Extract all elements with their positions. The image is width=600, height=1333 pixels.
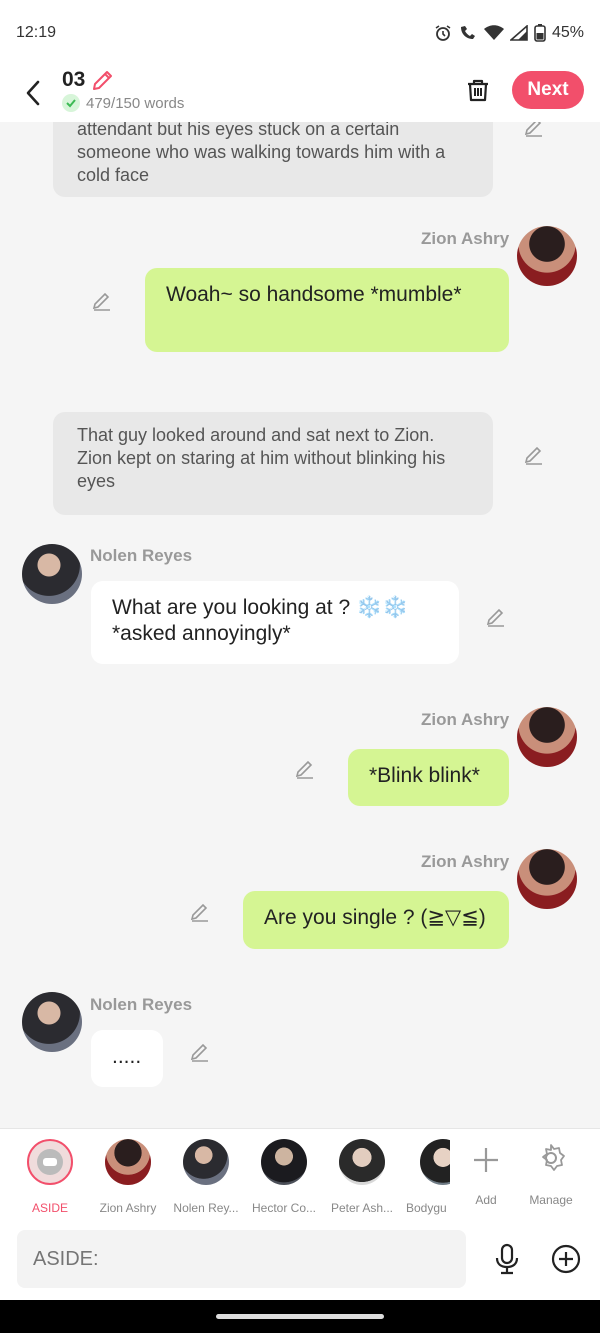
title-block: 03 479/150 words bbox=[62, 68, 184, 112]
next-button[interactable]: Next bbox=[512, 71, 584, 109]
edit-message-button[interactable] bbox=[484, 604, 508, 628]
voice-input-button[interactable] bbox=[492, 1243, 522, 1275]
character-label: ASIDE bbox=[31, 1201, 68, 1215]
character-label: Hector Co... bbox=[251, 1201, 317, 1215]
message-text: *Blink blink* bbox=[369, 764, 480, 787]
input-row bbox=[0, 1220, 600, 1300]
edit-message-button[interactable] bbox=[522, 442, 546, 466]
alarm-icon bbox=[435, 25, 451, 41]
battery-icon bbox=[534, 24, 546, 42]
sender-name: Zion Ashry bbox=[421, 710, 510, 729]
avatar bbox=[105, 1139, 151, 1185]
narration-bubble[interactable]: That guy looked around and sat next to Z… bbox=[53, 412, 493, 515]
avatar bbox=[339, 1139, 385, 1185]
status-bar: 12:19 45% bbox=[0, 0, 600, 66]
pencil-icon bbox=[92, 292, 110, 311]
narration-bubble[interactable]: attendant but his eyes stuck on a certai… bbox=[53, 122, 493, 197]
aside-icon bbox=[27, 1139, 73, 1185]
back-arrow-icon bbox=[26, 80, 40, 106]
manage-characters-button[interactable]: Manage bbox=[515, 1139, 587, 1207]
pencil-icon[interactable] bbox=[91, 68, 115, 92]
message-text: Woah~ so handsome *mumble* bbox=[166, 283, 462, 306]
avatar bbox=[183, 1139, 229, 1185]
back-button[interactable] bbox=[18, 78, 48, 108]
edit-message-button[interactable] bbox=[522, 122, 546, 138]
header: 03 479/150 words Next bbox=[0, 66, 600, 122]
pencil-icon bbox=[295, 760, 313, 779]
narration-text: attendant but his eyes stuck on a certai… bbox=[77, 122, 446, 185]
plus-icon bbox=[474, 1148, 498, 1172]
wifi-call-icon bbox=[460, 26, 475, 39]
message-text: Are you single ? (≧▽≦) bbox=[264, 906, 486, 929]
avatar[interactable] bbox=[22, 544, 82, 604]
avatar[interactable] bbox=[517, 849, 577, 909]
pencil-icon bbox=[524, 122, 542, 137]
manage-label: Manage bbox=[529, 1193, 573, 1207]
system-nav-bar bbox=[0, 1300, 600, 1333]
character-label: Nolen Rey... bbox=[173, 1201, 239, 1215]
edit-message-button[interactable] bbox=[293, 756, 317, 780]
battery-level: 45% bbox=[551, 24, 584, 41]
character-hector[interactable]: Hector Co... bbox=[248, 1139, 320, 1215]
avatar[interactable] bbox=[22, 992, 82, 1052]
character-bar: ASIDE Zion Ashry Nolen Rey... Hector Co.… bbox=[0, 1128, 600, 1220]
aside-input[interactable] bbox=[17, 1230, 466, 1288]
trash-icon bbox=[468, 79, 488, 102]
home-indicator[interactable] bbox=[216, 1314, 384, 1319]
message-bubble[interactable]: What are you looking at ? ❄️❄️ *asked an… bbox=[91, 581, 459, 664]
message-bubble[interactable]: ..... bbox=[91, 1030, 163, 1087]
edit-message-button[interactable] bbox=[188, 899, 212, 923]
delete-button[interactable] bbox=[462, 74, 494, 106]
message-bubble[interactable]: Woah~ so handsome *mumble* bbox=[145, 268, 509, 352]
character-peter[interactable]: Peter Ash... bbox=[326, 1139, 398, 1215]
add-label: Add bbox=[475, 1193, 497, 1207]
edit-message-button[interactable] bbox=[90, 288, 114, 312]
status-time: 12:19 bbox=[16, 24, 57, 41]
avatar[interactable] bbox=[517, 226, 577, 286]
edit-message-button[interactable] bbox=[188, 1039, 212, 1063]
character-zion[interactable]: Zion Ashry bbox=[92, 1139, 164, 1215]
narration-text: That guy looked around and sat next to Z… bbox=[77, 425, 446, 491]
chat-area[interactable]: attendant but his eyes stuck on a certai… bbox=[0, 122, 600, 1128]
page-title: 03 bbox=[62, 68, 86, 91]
pencil-icon bbox=[190, 1043, 208, 1062]
pencil-icon bbox=[486, 608, 504, 627]
plus-circle-icon bbox=[551, 1244, 581, 1274]
sender-name: Nolen Reyes bbox=[90, 995, 193, 1014]
character-bodyguard[interactable]: Bodygu bbox=[404, 1139, 450, 1215]
mic-icon bbox=[495, 1243, 519, 1275]
add-character-button[interactable]: Add bbox=[450, 1139, 522, 1207]
status-icons: 45% bbox=[434, 24, 584, 42]
check-icon bbox=[62, 94, 80, 112]
avatar[interactable] bbox=[517, 707, 577, 767]
pencil-icon bbox=[190, 903, 208, 922]
character-aside[interactable]: ASIDE bbox=[14, 1139, 86, 1215]
message-bubble[interactable]: *Blink blink* bbox=[348, 749, 509, 806]
character-label: Bodygu bbox=[406, 1201, 447, 1215]
word-count: 479/150 words bbox=[62, 94, 184, 112]
signal-icon bbox=[509, 25, 528, 41]
message-bubble[interactable]: Are you single ? (≧▽≦) bbox=[243, 891, 509, 949]
message-text: ..... bbox=[112, 1045, 142, 1068]
message-text: What are you looking at ? ❄️❄️ *asked an… bbox=[112, 596, 409, 645]
avatar bbox=[261, 1139, 307, 1185]
gear-icon bbox=[542, 1144, 565, 1171]
avatar bbox=[420, 1139, 450, 1185]
character-nolen[interactable]: Nolen Rey... bbox=[170, 1139, 242, 1215]
more-options-button[interactable] bbox=[550, 1243, 582, 1275]
pencil-icon bbox=[524, 446, 542, 465]
sender-name: Zion Ashry bbox=[421, 852, 510, 871]
character-label: Zion Ashry bbox=[99, 1201, 157, 1215]
wifi-icon bbox=[483, 25, 504, 40]
sender-name: Zion Ashry bbox=[421, 229, 510, 248]
sender-name: Nolen Reyes bbox=[90, 546, 193, 565]
character-label: Peter Ash... bbox=[330, 1201, 394, 1215]
word-count-label: 479/150 words bbox=[86, 94, 185, 112]
